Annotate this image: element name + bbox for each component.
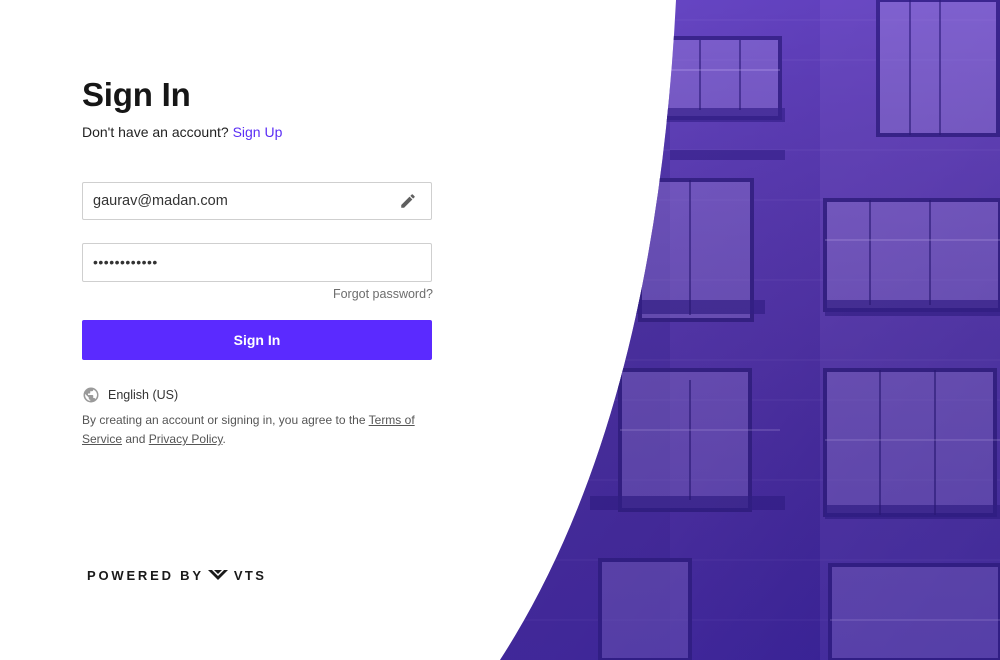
pencil-icon[interactable] — [399, 192, 417, 210]
password-field[interactable] — [82, 243, 432, 282]
page-title: Sign In — [82, 76, 191, 113]
email-input[interactable] — [83, 183, 393, 219]
powered-by-label: POWERED BY — [87, 567, 204, 583]
globe-icon — [83, 387, 99, 403]
language-selector[interactable]: English (US) — [82, 386, 178, 404]
vts-logo-icon — [207, 570, 228, 580]
vts-logo: VTS — [207, 568, 266, 583]
signup-prompt-text: Don't have an account? — [82, 124, 229, 140]
email-field[interactable] — [82, 182, 432, 220]
legal-text: By creating an account or signing in, yo… — [82, 413, 366, 427]
language-label: English (US) — [108, 388, 179, 402]
signup-prompt: Don't have an account? Sign Up — [82, 124, 282, 140]
forgot-password-link[interactable]: Forgot password? — [333, 287, 433, 301]
vts-wordmark: VTS — [233, 567, 267, 583]
sign-in-button[interactable]: Sign In — [82, 320, 432, 360]
legal-period: . — [222, 432, 226, 446]
powered-by-footer: POWERED BY VTS — [87, 566, 266, 584]
password-input[interactable] — [83, 244, 393, 280]
sign-up-link[interactable]: Sign Up — [233, 124, 283, 140]
legal-and-text: and — [125, 432, 146, 446]
privacy-policy-link[interactable]: Privacy Policy — [149, 432, 223, 446]
legal-notice: By creating an account or signing in, yo… — [82, 411, 432, 449]
